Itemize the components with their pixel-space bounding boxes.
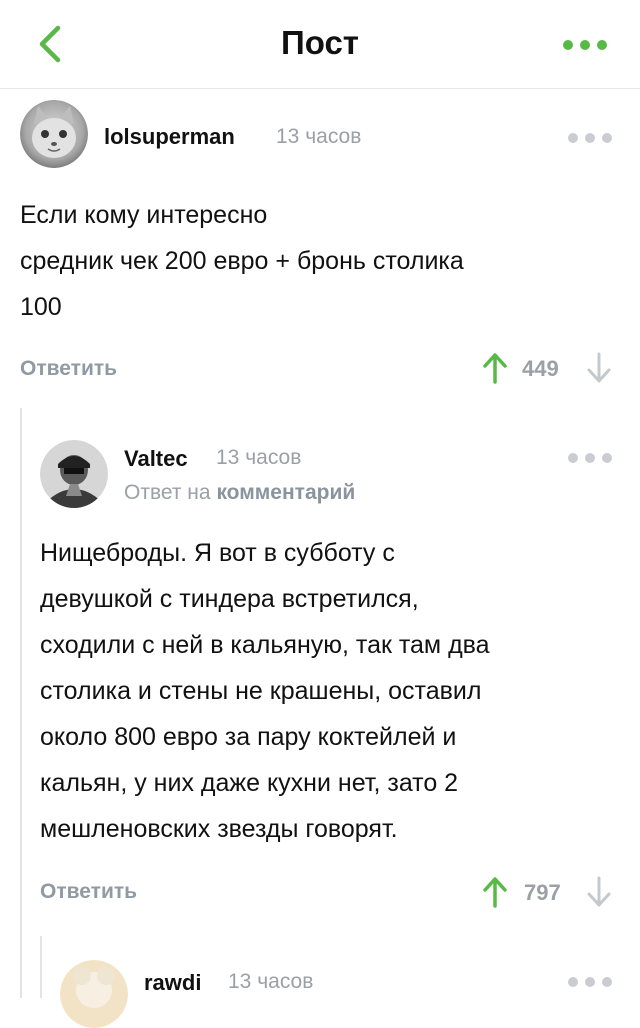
comment-timestamp: 13 часов (228, 970, 314, 993)
emoji-avatar-icon[interactable] (60, 960, 128, 1028)
comment-rating: 797 (524, 880, 561, 905)
comment-author[interactable]: Valtec (124, 446, 188, 472)
downvote-arrow-icon[interactable] (586, 352, 612, 384)
person-avatar-icon[interactable] (40, 440, 108, 508)
upvote-arrow-icon[interactable] (482, 352, 508, 384)
more-dots-icon[interactable] (560, 36, 610, 54)
reply-button[interactable]: Ответить (20, 357, 117, 381)
downvote-arrow-icon[interactable] (586, 876, 612, 908)
parent-comment-link[interactable]: комментарий (216, 481, 355, 504)
comment-rating: 449 (522, 356, 559, 381)
page-title: Пост (281, 24, 359, 61)
thread-line (20, 408, 22, 998)
reply-prefix: Ответ на (124, 481, 211, 504)
more-dots-icon[interactable] (566, 974, 614, 990)
thread-line (40, 936, 42, 998)
reply-button[interactable]: Ответить (40, 880, 137, 904)
upvote-arrow-icon[interactable] (482, 876, 508, 908)
comment-author[interactable]: lolsuperman (104, 124, 235, 150)
more-dots-icon[interactable] (566, 130, 614, 146)
more-dots-icon[interactable] (566, 450, 614, 466)
comment-author[interactable]: rawdi (144, 970, 201, 996)
comment-text: Нищеброды. Я вот в субботу с девушкой с … (40, 539, 490, 843)
cat-avatar-icon[interactable] (20, 100, 88, 168)
comment-text: Если кому интересно средник чек 200 евро… (20, 201, 464, 321)
reply-reference: Ответ на комментарий (124, 481, 355, 505)
comment-timestamp: 13 часов (276, 125, 362, 148)
comment-timestamp: 13 часов (216, 446, 302, 469)
top-bar: Пост (0, 0, 640, 89)
